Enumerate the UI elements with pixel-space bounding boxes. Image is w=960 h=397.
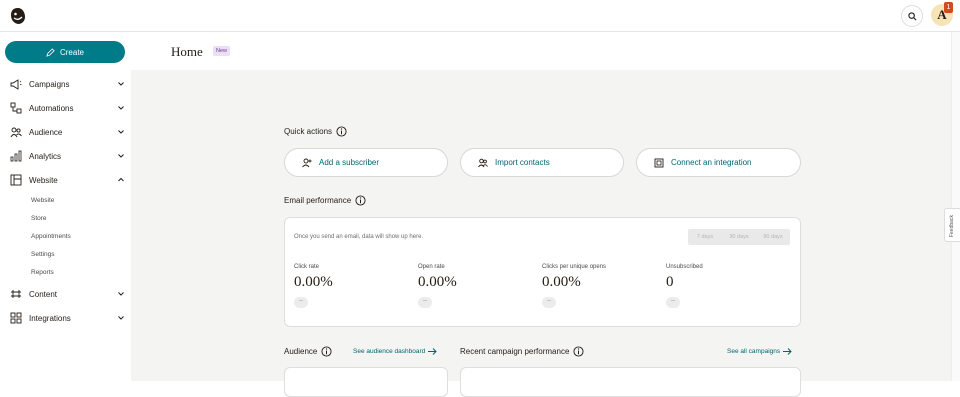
feedback-label: Feedback <box>949 215 955 237</box>
metric-delta: -- <box>542 297 556 308</box>
info-icon[interactable] <box>573 346 584 357</box>
sidebar-item-integrations[interactable]: Integrations <box>10 311 125 325</box>
empty-state-message: Once you send an email, data will show u… <box>294 234 424 240</box>
feedback-tab[interactable]: Feedback <box>944 208 960 242</box>
mailchimp-logo-icon[interactable] <box>8 6 28 26</box>
metric-delta: -- <box>294 297 308 308</box>
chevron-down-icon <box>118 130 124 134</box>
arrow-right-icon <box>783 348 792 355</box>
page-header: Home New <box>131 32 951 70</box>
metric-label: Clicks per unique opens <box>542 264 607 270</box>
sidebar-subitem-website[interactable]: Website <box>31 197 54 204</box>
metric-delta: -- <box>418 297 432 308</box>
metric-value: 0.00% <box>542 274 581 290</box>
email-performance-title: Email performance <box>284 195 366 206</box>
email-performance-label: Email performance <box>284 196 352 205</box>
sidebar-item-analytics[interactable]: Analytics <box>10 149 125 163</box>
sidebar-item-label: Audience <box>29 127 63 137</box>
quick-actions-label: Quick actions <box>284 127 333 136</box>
recent-campaign-card <box>460 367 801 397</box>
chevron-down-icon <box>118 316 124 320</box>
sidebar-item-label: Analytics <box>29 151 62 161</box>
add-user-icon <box>302 158 312 167</box>
sidebar-item-label: Website <box>29 175 58 185</box>
range-7-days: 7 days <box>696 234 714 240</box>
info-icon[interactable] <box>336 126 347 137</box>
see-all-campaigns-label: See all campaigns <box>727 348 781 355</box>
sidebar-item-label: Campaigns <box>29 79 70 89</box>
sidebar-item-audience[interactable]: Audience <box>10 125 125 139</box>
sidebar-item-label: Integrations <box>29 313 71 323</box>
contacts-icon <box>478 158 488 167</box>
date-range-selector: 7 days 30 days 90 days <box>688 229 790 245</box>
chevron-down-icon <box>118 106 124 110</box>
sidebar-subitem-reports[interactable]: Reports <box>31 269 54 276</box>
audience-label: Audience <box>284 347 318 356</box>
metric-value: 0 <box>666 274 674 290</box>
integration-icon <box>654 158 664 167</box>
range-90-days: 90 days <box>763 234 783 240</box>
metric-value: 0.00% <box>418 274 457 290</box>
search-button[interactable] <box>901 5 923 27</box>
chevron-up-icon <box>118 177 124 182</box>
bar-chart-icon <box>10 150 22 162</box>
connect-integration-label: Connect an integration <box>671 158 752 167</box>
sidebar-item-content[interactable]: Content <box>10 287 125 301</box>
scrollbar[interactable] <box>951 32 960 381</box>
grid-icon <box>10 312 22 324</box>
audience-title: Audience <box>284 346 332 357</box>
sidebar-item-automations[interactable]: Automations <box>10 101 125 115</box>
sidebar-subitem-appointments[interactable]: Appointments <box>31 233 71 240</box>
metric-label: Click rate <box>294 264 320 270</box>
add-subscriber-label: Add a subscriber <box>319 158 380 167</box>
range-30-days: 30 days <box>729 234 749 240</box>
main-content: Home New <box>131 32 951 381</box>
notification-badge: 1 <box>944 2 953 13</box>
website-icon <box>10 174 22 186</box>
see-audience-dashboard-label: See audience dashboard <box>353 348 426 355</box>
chevron-down-icon <box>118 82 124 86</box>
metric-label: Open rate <box>418 264 445 270</box>
content-icon <box>10 288 22 300</box>
metric-label: Unsubscribed <box>666 264 703 270</box>
sidebar-subitem-settings[interactable]: Settings <box>31 251 55 258</box>
audience-card <box>284 367 448 397</box>
page-title: Home <box>171 44 203 59</box>
recent-campaign-title: Recent campaign performance <box>460 346 584 357</box>
new-badge: New <box>213 46 231 56</box>
sidebar-item-label: Automations <box>29 103 74 113</box>
info-icon[interactable] <box>355 195 366 206</box>
recent-campaign-label: Recent campaign performance <box>460 347 570 356</box>
import-contacts-button[interactable]: Import contacts <box>460 148 624 177</box>
arrow-right-icon <box>428 348 437 355</box>
pencil-icon <box>46 47 55 57</box>
sidebar: Create Campaigns Automations Audience An… <box>0 32 131 381</box>
audience-icon <box>10 126 22 138</box>
create-label: Create <box>59 47 84 57</box>
sidebar-item-website[interactable]: Website <box>10 173 125 187</box>
import-contacts-label: Import contacts <box>495 158 550 167</box>
see-audience-dashboard-link[interactable]: See audience dashboard <box>353 348 437 355</box>
sidebar-item-label: Content <box>29 289 58 299</box>
sidebar-item-campaigns[interactable]: Campaigns <box>10 77 125 91</box>
see-all-campaigns-link[interactable]: See all campaigns <box>727 348 792 355</box>
megaphone-icon <box>10 78 22 90</box>
connect-integration-button[interactable]: Connect an integration <box>636 148 801 177</box>
chevron-down-icon <box>118 292 124 296</box>
search-icon <box>907 11 916 20</box>
chevron-down-icon <box>118 154 124 158</box>
quick-actions-title: Quick actions <box>284 126 347 137</box>
create-button[interactable]: Create <box>5 41 125 63</box>
info-icon[interactable] <box>321 346 332 357</box>
sidebar-subitem-store[interactable]: Store <box>31 215 47 222</box>
top-bar: A 1 <box>0 0 960 32</box>
automation-icon <box>10 102 22 114</box>
metric-delta: -- <box>666 297 680 308</box>
add-subscriber-button[interactable]: Add a subscriber <box>284 148 448 177</box>
metric-value: 0.00% <box>294 274 333 290</box>
